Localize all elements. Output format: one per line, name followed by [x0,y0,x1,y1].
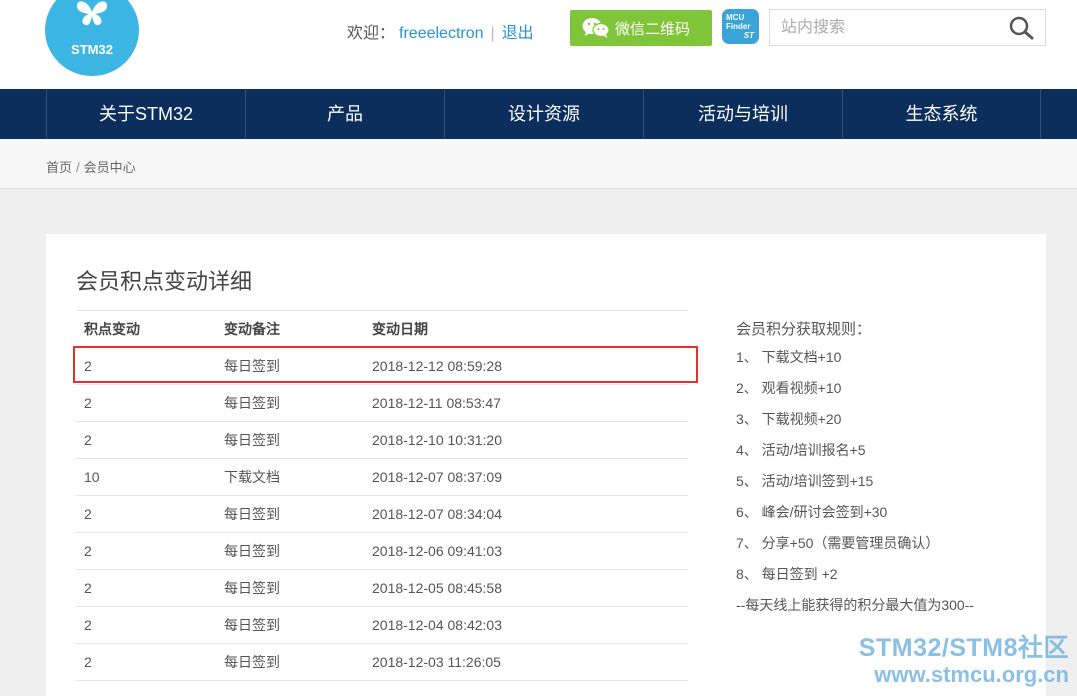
cell-date: 2018-12-03 11:26:05 [372,654,501,670]
rule-item: 8、 每日签到 +2 [736,566,838,582]
cell-date: 2018-12-06 09:41:03 [372,543,502,559]
cell-points: 10 [84,469,100,485]
cell-date: 2018-12-05 08:45:58 [372,580,502,596]
cell-points: 2 [84,395,92,411]
rules-title: 会员积分获取规则： [736,321,872,338]
cell-note: 每日签到 [224,506,280,522]
cell-note: 下载文档 [224,469,280,485]
site-header: STM32 欢迎： freeelectron | 退出 微信二维码 MCU Finde… [0,0,1077,89]
breadcrumb: 首页 / 会员中心 [46,157,136,176]
mcu-finder-text-1: MCU [726,13,745,22]
table-row: 10 下载文档 2018-12-07 08:37:09 [76,459,688,496]
cell-date: 2018-12-11 08:53:47 [372,395,501,411]
logout-link[interactable]: 退出 [502,25,534,42]
breadcrumb-home[interactable]: 首页 [46,160,72,175]
cell-note: 每日签到 [224,654,280,670]
page-title: 会员积点变动详细 [76,269,253,294]
cell-points: 2 [84,506,92,522]
table-row: 2 每日签到 2018-12-06 09:41:03 [76,533,688,570]
nav-item-ecosystem[interactable]: 生态系统 [842,89,1041,139]
wechat-label: 微信二维码 [615,20,691,38]
watermark-line-1: STM32/STM8社区 [858,634,1069,662]
col-header-note: 变动备注 [224,321,280,337]
welcome-area: 欢迎： freeelectron | 退出 [347,19,534,43]
table-row: 2 每日签到 2018-12-04 08:42:03 [76,607,688,644]
table-row: 2 每日签到 2018-12-05 08:45:58 [76,570,688,607]
logo-text: STM32 [71,42,113,57]
username-link[interactable]: freeelectron [399,25,484,42]
col-header-points: 积点变动 [84,321,140,337]
rules-note: --每天线上能获得的积分最大值为300-- [736,597,975,613]
col-header-date: 变动日期 [372,321,428,337]
rule-item: 3、 下载视频+20 [736,411,842,427]
breadcrumb-current: 会员中心 [83,160,136,175]
rule-item: 5、 活动/培训签到+15 [736,473,874,489]
cell-note: 每日签到 [224,543,280,559]
cell-date: 2018-12-10 10:31:20 [372,432,502,448]
stm32-logo[interactable]: STM32 [45,0,139,76]
table-row: 2 每日签到 2018-12-11 08:53:47 [76,385,688,422]
cell-points: 2 [84,617,92,633]
search-icon[interactable] [1009,16,1035,40]
cell-date: 2018-12-07 08:34:04 [372,506,502,522]
breadcrumb-bar: 首页 / 会员中心 [0,139,1077,189]
cell-note: 每日签到 [224,617,280,633]
rule-item: 6、 峰会/研讨会签到+30 [736,504,888,520]
rule-item: 2、 观看视频+10 [736,380,842,396]
highlight-box [73,346,698,383]
cell-points: 2 [84,580,92,596]
content-panel: 会员积点变动详细 积点变动 变动备注 变动日期 2 每日签到 2018-12-1… [46,234,1046,696]
search-input[interactable] [770,10,1000,45]
main-nav: 关于STM32 产品 设计资源 活动与培训 生态系统 [0,89,1077,139]
wechat-icon [582,18,610,38]
cell-points: 2 [84,654,92,670]
nav-item-design-resources[interactable]: 设计资源 [444,89,643,139]
rule-item: 4、 活动/培训报名+5 [736,442,866,458]
butterfly-logo-icon [76,1,108,26]
table-row: 2 每日签到 2018-12-07 08:34:04 [76,496,688,533]
nav-item-about-stm32[interactable]: 关于STM32 [46,89,245,139]
points-rules: 会员积分获取规则： 1、 下载文档+10 2、 观看视频+10 3、 下载视频+… [736,318,1036,621]
cell-date: 2018-12-04 08:42:03 [372,617,502,633]
mcu-finder-button[interactable]: MCU Finder ST [722,9,759,44]
nav-item-products[interactable]: 产品 [245,89,444,139]
cell-note: 每日签到 [224,432,280,448]
mcu-finder-text-2: Finder [726,22,751,31]
rule-item: 7、 分享+50（需要管理员确认） [736,535,940,551]
cell-points: 2 [84,432,92,448]
wechat-qrcode-button[interactable]: 微信二维码 [570,10,712,46]
cell-points: 2 [84,543,92,559]
rule-item: 1、 下载文档+10 [736,349,842,365]
welcome-label: 欢迎： [347,25,396,42]
search-box [769,9,1046,46]
cell-note: 每日签到 [224,580,280,596]
breadcrumb-divider: / [76,160,80,175]
st-brand-icon: ST [743,31,754,40]
site-watermark: STM32/STM8社区 www.stmcu.org.cn [859,634,1069,688]
cell-date: 2018-12-07 08:37:09 [372,469,502,485]
table-header: 积点变动 变动备注 变动日期 [76,311,688,348]
separator: | [490,25,495,42]
table-row: 2 每日签到 2018-12-10 10:31:20 [76,422,688,459]
cell-note: 每日签到 [224,395,280,411]
nav-item-events-training[interactable]: 活动与培训 [643,89,842,139]
watermark-line-2: www.stmcu.org.cn [874,662,1069,687]
table-row: 2 每日签到 2018-12-03 11:26:05 [76,644,688,681]
